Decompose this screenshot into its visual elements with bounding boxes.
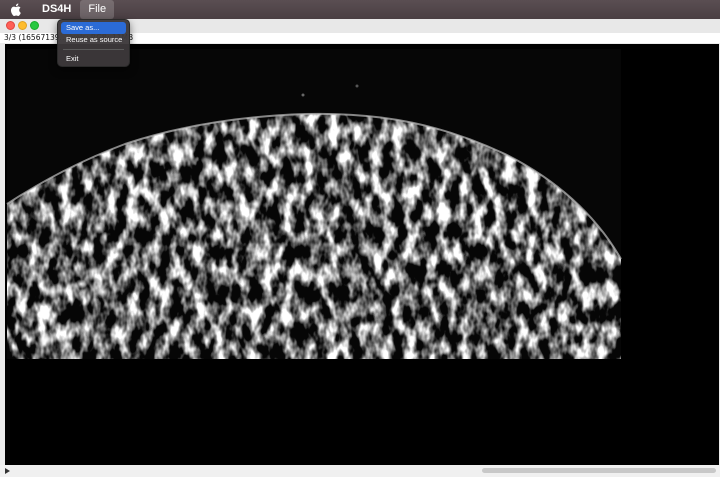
image-canvas[interactable] [5,44,719,465]
file-menu-dropdown: Save as... Reuse as source Exit [57,19,130,67]
apple-icon[interactable] [11,3,23,17]
menu-separator [63,49,124,50]
stack-scrollbar[interactable] [482,468,716,473]
play-icon[interactable] [5,468,10,474]
menu-app-name[interactable]: DS4H [33,0,80,19]
menu-item-save-as[interactable]: Save as... [61,22,126,34]
image-window: 3/3 (16567139... ixels; RGB; 11MB [0,19,720,477]
menu-file[interactable]: File [80,0,115,19]
tissue-image [5,44,719,465]
menu-item-exit[interactable]: Exit [61,53,126,65]
menu-bar: DS4H File [0,0,720,19]
menu-item-reuse-as-source[interactable]: Reuse as source [61,34,126,46]
minimize-window-button[interactable] [18,21,27,30]
maximize-window-button[interactable] [30,21,39,30]
close-window-button[interactable] [6,21,15,30]
bottom-bar [0,465,720,477]
